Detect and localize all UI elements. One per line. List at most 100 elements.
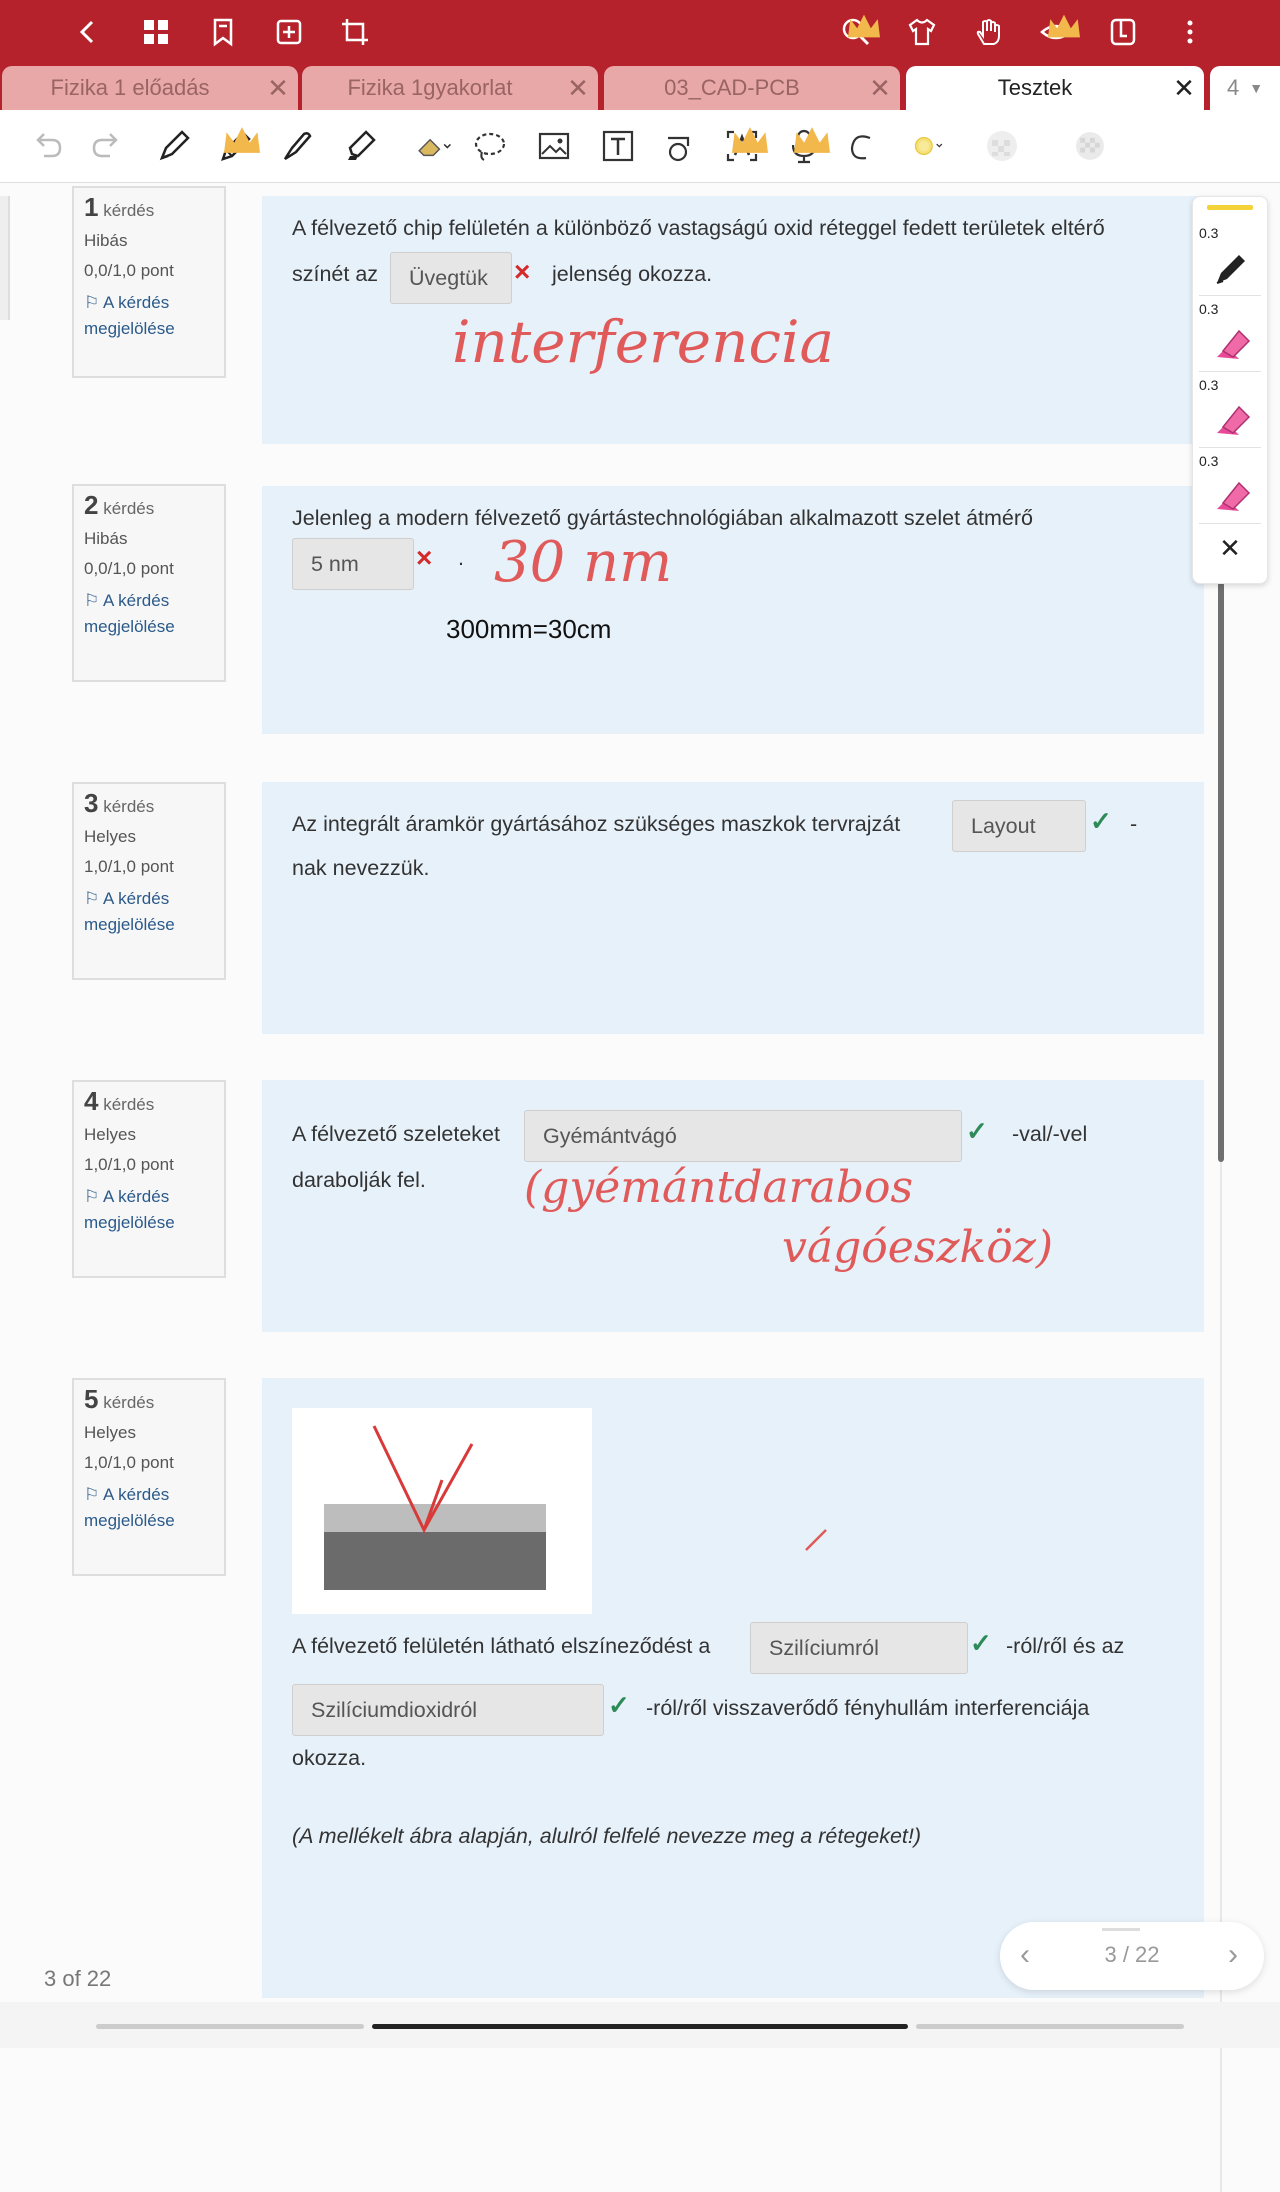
- pen-icon[interactable]: [152, 124, 196, 168]
- divider: [1199, 295, 1261, 296]
- question-word: kérdés: [103, 1095, 155, 1114]
- question-word: kérdés: [103, 499, 155, 518]
- more-icon[interactable]: [1170, 12, 1210, 52]
- handwritten-note: vágóeszköz): [782, 1222, 1054, 1273]
- tab-bar: Fizika 1 előadás ✕ Fizika 1gyakorlat ✕ 0…: [0, 62, 1280, 110]
- answer-suffix: -ról/ről visszaverődő fényhullám interfe…: [646, 1696, 1090, 1720]
- question-info-4: 4 kérdés Helyes 1,0/1,0 pont ⚐ A kérdés …: [72, 1080, 226, 1278]
- flag-icon: ⚐: [84, 293, 100, 312]
- flag-question-link[interactable]: ⚐ A kérdés megjelölése: [84, 588, 214, 640]
- correct-icon: ✓: [966, 1116, 988, 1146]
- shape-tool-icon[interactable]: [842, 124, 886, 168]
- question-box-2: Jelenleg a modern félvezető gyártástechn…: [262, 486, 1204, 734]
- tab-tesztek[interactable]: Tesztek ✕: [906, 66, 1204, 110]
- tab-fizika-gyakorlat[interactable]: Fizika 1gyakorlat ✕: [302, 66, 598, 110]
- back-icon[interactable]: [68, 12, 108, 52]
- question-info-2: 2 kérdés Hibás 0,0/1,0 pont ⚐ A kérdés m…: [72, 484, 226, 682]
- text-recognition-icon[interactable]: [720, 124, 768, 168]
- layer-diagram: [292, 1408, 592, 1614]
- question-points: 1,0/1,0 pont: [84, 857, 174, 876]
- answer-field-2[interactable]: Szilíciumdioxidról: [292, 1684, 604, 1736]
- chevron-left-icon[interactable]: ‹: [1020, 1938, 1030, 1972]
- flag-question-link[interactable]: ⚐ A kérdés megjelölése: [84, 290, 214, 342]
- scroll-indicator: [96, 2024, 364, 2029]
- close-icon[interactable]: ✕: [558, 73, 598, 104]
- pager-label: 3 / 22: [1104, 1942, 1160, 1967]
- flag-question-link[interactable]: ⚐ A kérdés megjelölése: [84, 1184, 214, 1236]
- answer-field[interactable]: Üvegtük: [390, 252, 512, 304]
- palette-item-highlighter[interactable]: 0.3: [1193, 451, 1267, 525]
- flag-label-1: A kérdés: [103, 591, 170, 610]
- palette-item-pen[interactable]: 0.3: [1193, 223, 1267, 297]
- flag-icon: ⚐: [84, 889, 100, 908]
- tab-count-dropdown[interactable]: 4 ▼: [1210, 66, 1280, 110]
- silicon-layer: [324, 1532, 546, 1590]
- text-box-icon[interactable]: [596, 124, 640, 168]
- bookmark-icon[interactable]: [203, 12, 243, 52]
- flag-label-2: megjelölése: [84, 1213, 175, 1232]
- shapes-icon[interactable]: [658, 124, 702, 168]
- answer-field[interactable]: Gyémántvágó: [524, 1110, 962, 1162]
- flag-label-1: A kérdés: [103, 1485, 170, 1504]
- home-indicator[interactable]: [372, 2024, 908, 2029]
- size-label: 0.3: [1199, 301, 1219, 317]
- grid-icon[interactable]: [136, 12, 176, 52]
- add-page-icon[interactable]: [269, 12, 309, 52]
- chevron-right-icon[interactable]: ›: [1228, 1938, 1238, 1972]
- tab-cad-pcb[interactable]: 03_CAD-PCB ✕: [604, 66, 900, 110]
- close-icon[interactable]: ✕: [1164, 73, 1204, 104]
- flag-label-1: A kérdés: [103, 293, 170, 312]
- color-picker-icon[interactable]: [894, 124, 964, 168]
- answer-field[interactable]: 5 nm: [292, 538, 414, 590]
- size-label: 0.3: [1199, 225, 1219, 241]
- flag-label-2: megjelölése: [84, 915, 175, 934]
- palette-item-highlighter[interactable]: 0.3: [1193, 375, 1267, 449]
- lasso-icon[interactable]: [468, 124, 512, 168]
- fountain-pen-icon[interactable]: [276, 124, 320, 168]
- question-text: A félvezető chip felületén a különböző v…: [292, 216, 1105, 240]
- redo-icon[interactable]: [84, 124, 128, 168]
- chevron-down-icon: ▼: [1249, 80, 1264, 96]
- quiz-document: 1 kérdés Hibás 0,0/1,0 pont ⚐ A kérdés m…: [0, 186, 1280, 2192]
- eraser-icon[interactable]: [404, 124, 464, 168]
- close-icon[interactable]: ✕: [258, 73, 298, 104]
- pencil-icon[interactable]: [214, 124, 260, 168]
- shirt-icon[interactable]: [902, 12, 942, 52]
- close-icon[interactable]: ✕: [1215, 533, 1245, 569]
- question-box-3: Az integrált áramkör gyártásához szükség…: [262, 782, 1204, 1034]
- question-text: A félvezető felületén látható elszíneződ…: [292, 1634, 711, 1658]
- question-number: 2: [84, 490, 99, 520]
- answer-field[interactable]: Layout: [952, 800, 1086, 852]
- search-icon[interactable]: [836, 12, 880, 52]
- undo-icon[interactable]: [26, 124, 70, 168]
- question-number: 3: [84, 788, 99, 818]
- tab-label: 03_CAD-PCB: [664, 75, 800, 100]
- palette-item-highlighter[interactable]: 0.3: [1193, 299, 1267, 373]
- app-top-bar: [0, 0, 1280, 62]
- scrollbar[interactable]: [1218, 582, 1224, 1162]
- active-indicator: [1207, 205, 1253, 210]
- tab-fizika-eloadas[interactable]: Fizika 1 előadás ✕: [2, 66, 298, 110]
- answer-field-1[interactable]: Szilíciumról: [750, 1622, 968, 1674]
- crop-icon[interactable]: [335, 12, 375, 52]
- eye-icon[interactable]: [1036, 12, 1080, 52]
- highlighter-icon: [1217, 405, 1251, 435]
- correct-icon: ✓: [608, 1690, 630, 1720]
- flag-question-link[interactable]: ⚐ A kérdés megjelölése: [84, 886, 214, 938]
- hand-gesture-icon[interactable]: [968, 12, 1008, 52]
- flag-question-link[interactable]: ⚐ A kérdés megjelölése: [84, 1482, 214, 1534]
- split-view-icon[interactable]: [1103, 12, 1143, 52]
- highlighter-icon[interactable]: [338, 124, 382, 168]
- answer-suffix: -: [1130, 812, 1138, 836]
- pattern-icon[interactable]: [980, 124, 1024, 168]
- image-icon[interactable]: [532, 124, 576, 168]
- question-box-4: A félvezető szeleteket Gyémántvágó ✓ -va…: [262, 1080, 1204, 1332]
- question-text: Jelenleg a modern félvezető gyártástechn…: [292, 506, 1033, 530]
- drawing-toolbar: [0, 110, 1280, 183]
- pattern-icon-2[interactable]: [1064, 124, 1116, 168]
- handwritten-note: 30 nm: [494, 530, 673, 595]
- close-icon[interactable]: ✕: [860, 73, 900, 104]
- microphone-icon[interactable]: [782, 124, 830, 168]
- flag-label-2: megjelölése: [84, 319, 175, 338]
- question-text: színét az: [292, 262, 379, 286]
